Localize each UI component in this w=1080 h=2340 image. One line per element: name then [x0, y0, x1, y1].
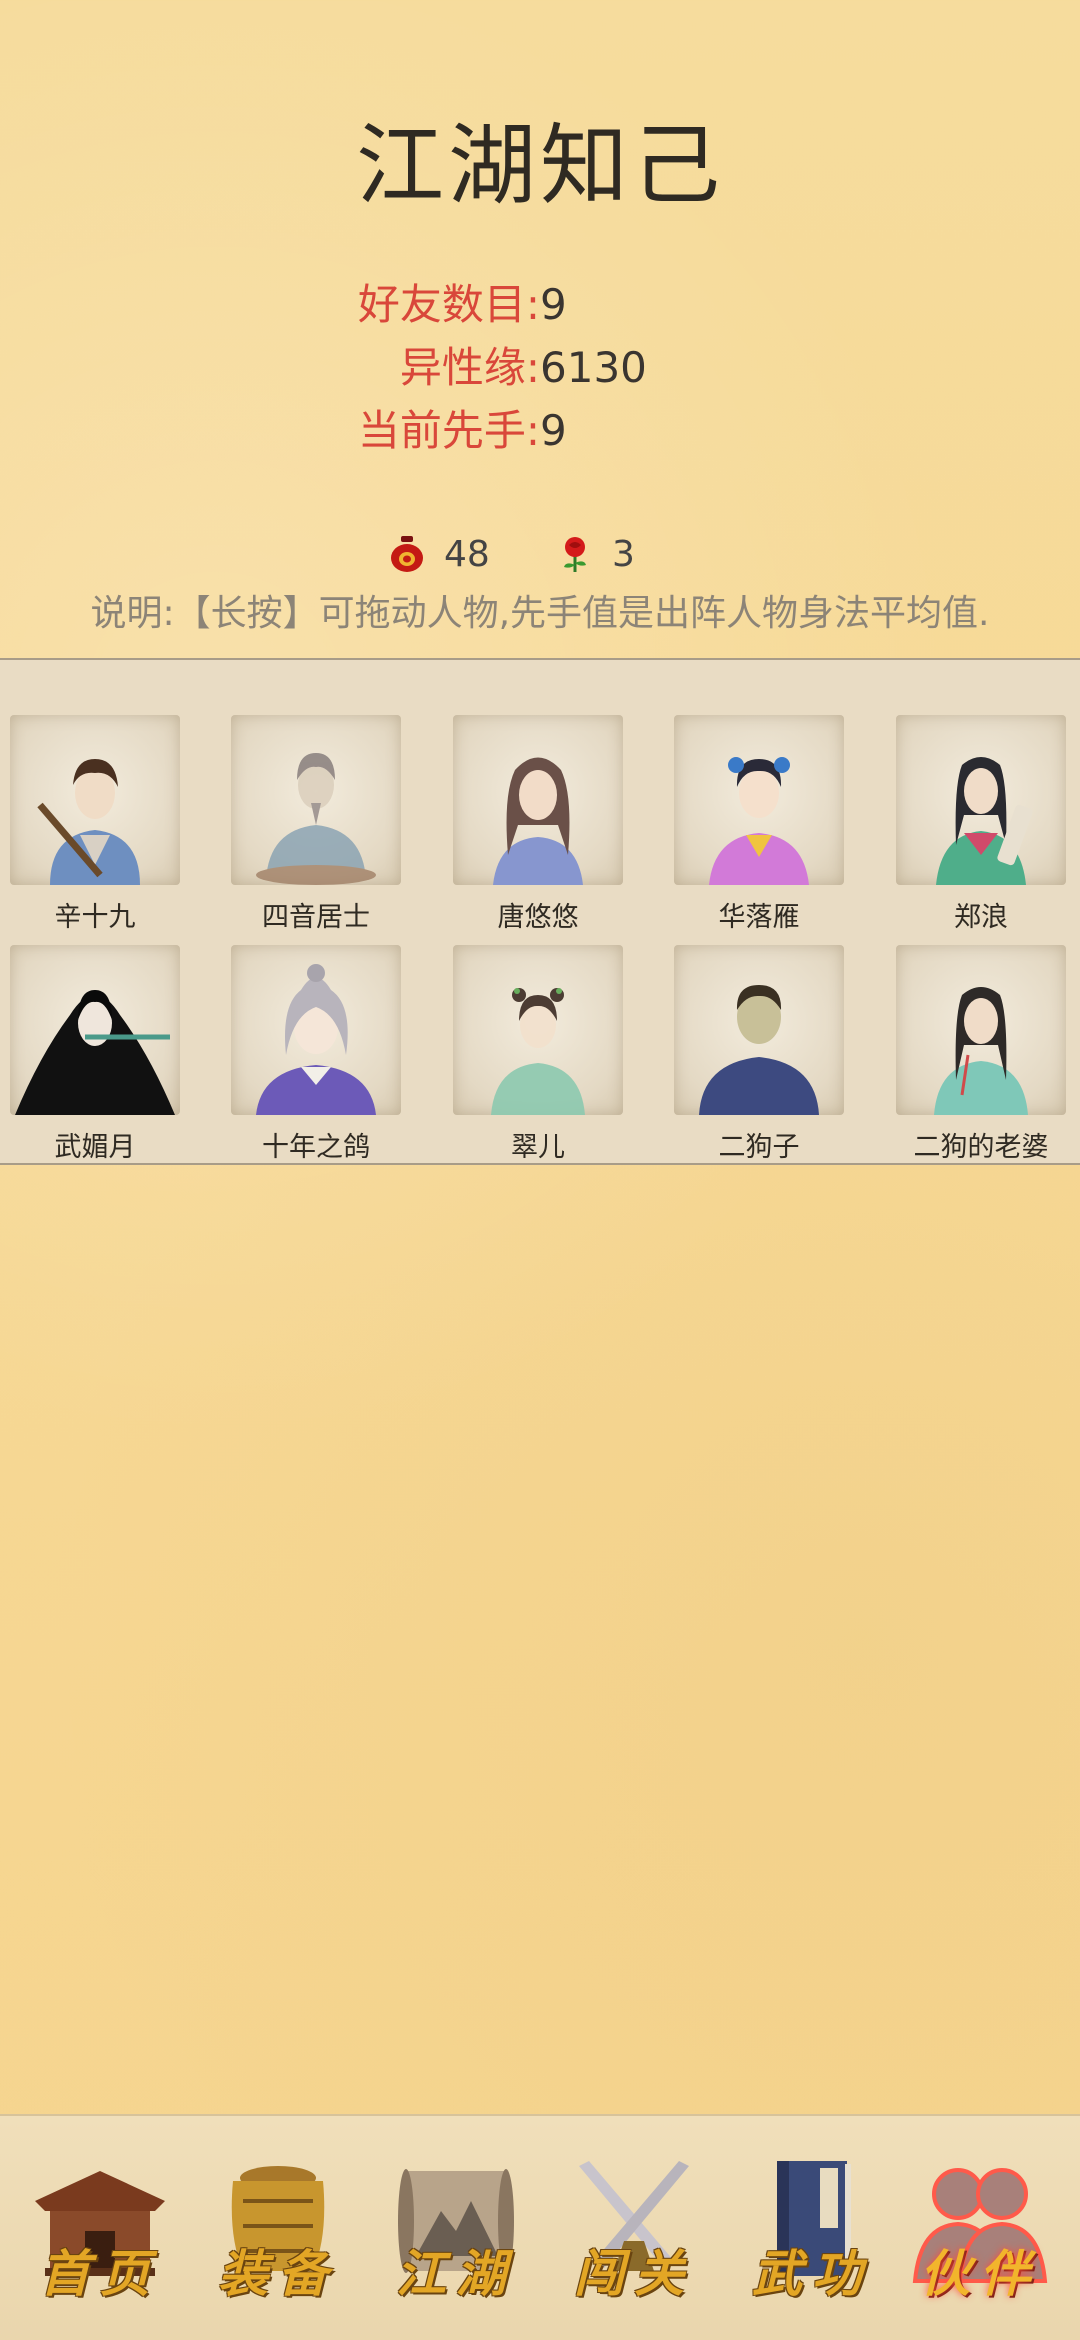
affinity-value: 6130 — [540, 343, 647, 392]
maid-portrait — [453, 945, 623, 1115]
wine-count: 48 — [444, 533, 490, 575]
affinity-row: 异性缘: 6130 — [0, 338, 1080, 398]
rose-resource: 3 — [558, 528, 635, 580]
initiative-value: 9 — [540, 406, 567, 455]
friends-count-row: 好友数目: 9 — [0, 275, 1080, 335]
partner-name: 二狗子 — [718, 1132, 800, 1163]
village-woman-portrait — [896, 945, 1066, 1115]
nav-equipment-label: 装备 — [218, 2244, 338, 2303]
initiative-label: 当前先手: — [357, 406, 540, 455]
nav-martial-arts-label: 武功 — [752, 2244, 872, 2303]
nav-home-label: 首页 — [40, 2244, 160, 2303]
nav-partners[interactable]: 伙伴 — [900, 2156, 1060, 2316]
initiative-row: 当前先手: 9 — [0, 401, 1080, 461]
partner-card[interactable]: 十年之鸽 — [216, 945, 416, 1170]
partner-card[interactable]: 辛十九 — [0, 715, 195, 940]
girl-portrait — [674, 715, 844, 885]
nav-home[interactable]: 首页 — [20, 2156, 180, 2316]
partner-card[interactable]: 唐悠悠 — [438, 715, 638, 940]
nav-partners-label: 伙伴 — [920, 2244, 1040, 2303]
nav-jianghu[interactable]: 江湖 — [376, 2156, 536, 2316]
partner-card[interactable]: 武媚月 — [0, 945, 195, 1170]
partner-name: 武媚月 — [54, 1132, 136, 1163]
partner-card[interactable]: 二狗的老婆 — [881, 945, 1080, 1170]
partner-name: 四音居士 — [262, 902, 370, 933]
hermit-portrait — [231, 715, 401, 885]
villager-portrait — [674, 945, 844, 1115]
young-man-portrait — [231, 945, 401, 1115]
partner-name: 十年之鸽 — [262, 1132, 370, 1163]
lady-portrait — [453, 715, 623, 885]
bottom-nav: 首页 装备 江湖 闯关 武功 伙伴 — [0, 2114, 1080, 2340]
wine-jar-icon — [391, 536, 423, 572]
nav-challenge[interactable]: 闯关 — [554, 2156, 714, 2316]
nav-challenge-label: 闯关 — [574, 2244, 694, 2303]
partner-panel: 辛十九 四音居士 唐悠悠 华落雁 郑浪 武媚月 十年之鸽 翠儿 二狗子 二狗的老… — [0, 658, 1080, 1165]
wine-resource: 48 — [390, 528, 490, 580]
friends-count-value: 9 — [540, 280, 567, 329]
flute-player-portrait — [10, 945, 180, 1115]
partner-name: 华落雁 — [718, 902, 800, 933]
nav-equipment[interactable]: 装备 — [198, 2156, 358, 2316]
friends-count-label: 好友数目: — [357, 280, 540, 329]
partner-card[interactable]: 郑浪 — [881, 715, 1080, 940]
partner-card[interactable]: 四音居士 — [216, 715, 416, 940]
nav-jianghu-label: 江湖 — [396, 2244, 516, 2303]
partner-name: 二狗的老婆 — [913, 1132, 1049, 1163]
partner-card[interactable]: 华落雁 — [659, 715, 859, 940]
rose-count: 3 — [612, 533, 635, 575]
partner-card[interactable]: 翠儿 — [438, 945, 638, 1170]
instruction-note: 说明:【长按】可拖动人物,先手值是出阵人物身法平均值. — [90, 593, 990, 634]
nav-martial-arts[interactable]: 武功 — [732, 2156, 892, 2316]
partner-name: 翠儿 — [511, 1132, 565, 1163]
partner-name: 郑浪 — [954, 902, 1008, 933]
affinity-label: 异性缘: — [399, 343, 540, 392]
page-title: 江湖知己 — [355, 114, 724, 217]
scholar-portrait — [896, 715, 1066, 885]
swordsman-portrait — [10, 715, 180, 885]
partner-name: 唐悠悠 — [497, 902, 579, 933]
partner-name: 辛十九 — [54, 902, 136, 933]
resource-bar: 48 3 — [0, 528, 1080, 580]
partner-card[interactable]: 二狗子 — [659, 945, 859, 1170]
rose-icon — [564, 537, 586, 572]
